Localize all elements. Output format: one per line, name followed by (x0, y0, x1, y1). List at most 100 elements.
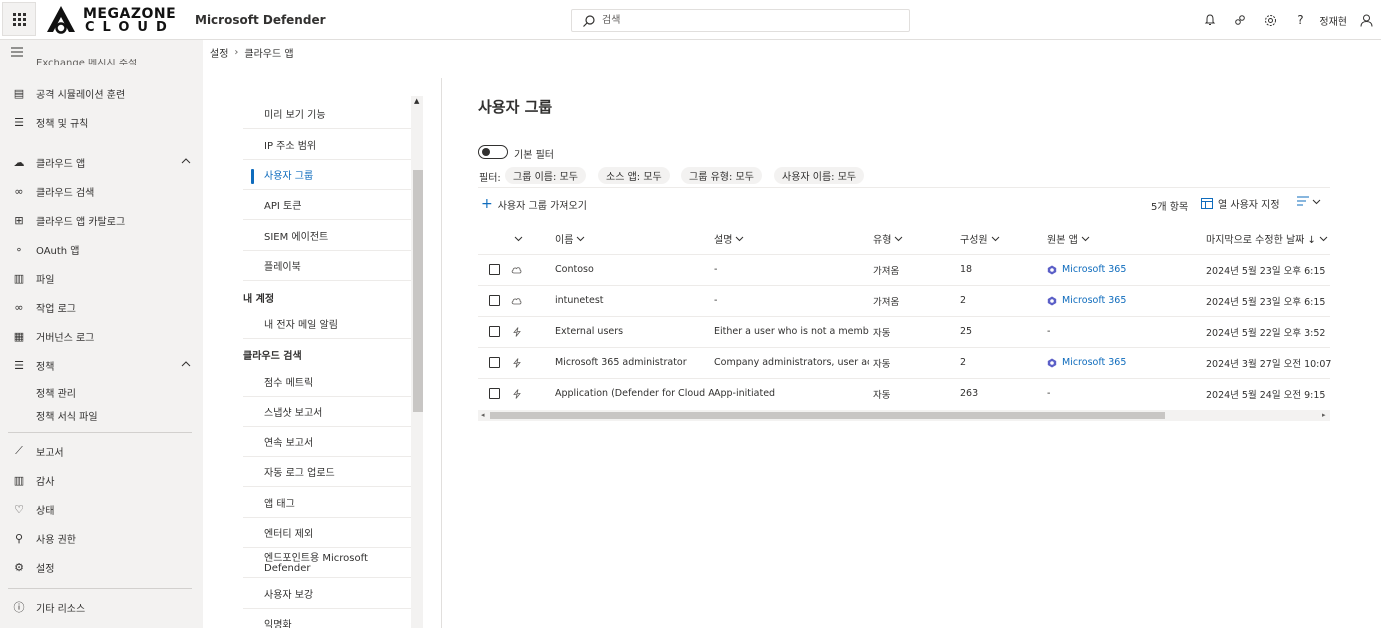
settings-item-email-notifications[interactable]: 내 전자 메일 알림 (243, 309, 413, 339)
nav-item-files[interactable]: ▥ 파일 (0, 265, 203, 291)
notifications-button[interactable] (1195, 5, 1225, 35)
filter-chip-group-type[interactable]: 그룹 유형: 모두 (681, 167, 762, 184)
nav-item-more-resources[interactable]: ⓘ 기타 리소스 (0, 594, 203, 620)
filter-chip-user-name[interactable]: 사용자 이름: 모두 (774, 167, 865, 184)
table-row[interactable]: intunetest - 가져옴 2 Microsoft 365 2024년 5… (478, 285, 1330, 316)
settings-item-playbooks[interactable]: 플레이북 (243, 251, 413, 281)
scroll-up-arrow-icon[interactable]: ▲ (414, 97, 419, 105)
settings-item-continuous-reports[interactable]: 연속 보고서 (243, 427, 413, 457)
profile-button[interactable] (1351, 5, 1381, 35)
import-user-groups-button[interactable]: + 사용자 그룹 가져오기 (481, 196, 587, 212)
settings-item-ip-ranges[interactable]: IP 주소 범위 (243, 130, 413, 160)
hamburger-icon (11, 47, 23, 57)
gear-icon (1264, 14, 1276, 26)
nav-item-activity-log[interactable]: ∞ 작업 로그 (0, 294, 203, 320)
settings-item-app-tags[interactable]: 앱 태그 (243, 488, 413, 518)
settings-section-cloud-discovery: 클라우드 검색 (243, 351, 302, 362)
settings-item-exclude-entities[interactable]: 엔터티 제외 (243, 518, 413, 548)
settings-list: 미리 보기 기능 IP 주소 범위 사용자 그룹 API 토큰 SIEM 에이전… (243, 96, 426, 628)
table-row[interactable]: Application (Defender for Cloud Apps) Ap… (478, 378, 1330, 409)
row-source-app-link[interactable]: Microsoft 365 (1047, 347, 1126, 378)
settings-item-user-groups[interactable]: 사용자 그룹 (243, 160, 413, 190)
nav-item-permissions[interactable]: ⚲ 사용 권한 (0, 525, 203, 551)
nav-item-audit[interactable]: ▥ 감사 (0, 467, 203, 493)
table-row[interactable]: External users Either a user who is not … (478, 316, 1330, 347)
scroll-right-arrow-icon[interactable]: ▸ (1322, 411, 1326, 419)
help-button[interactable]: ? (1285, 5, 1315, 35)
settings-item-defender-for-endpoint[interactable]: 엔드포인트용 Microsoft Defender (243, 548, 413, 578)
settings-list-scroll-thumb[interactable] (413, 170, 423, 412)
row-checkbox[interactable] (489, 264, 500, 275)
search-input[interactable] (602, 11, 902, 30)
cloud-icon (511, 254, 522, 285)
binoculars-icon: ∞ (14, 184, 24, 198)
app-title[interactable]: Microsoft Defender (195, 13, 326, 27)
group-by-button[interactable] (1297, 196, 1321, 206)
community-icon (1235, 15, 1246, 25)
nav-item-cloud-apps[interactable]: ☁ 클라우드 앱 (0, 149, 203, 175)
nav-item-settings[interactable]: ⚙ 설정 (0, 554, 203, 580)
column-header-members[interactable]: 구성원 (960, 223, 1000, 254)
customize-columns-button[interactable]: 열 사용자 지정 (1201, 196, 1280, 211)
policy-icon: ☰ (14, 358, 24, 372)
lightning-icon (513, 316, 521, 347)
column-header-source-app[interactable]: 원본 앱 (1047, 223, 1090, 254)
nav-item-cloud-discovery[interactable]: ∞ 클라우드 검색 (0, 178, 203, 204)
column-header-name[interactable]: 이름 (555, 223, 585, 254)
filter-chip-group-name[interactable]: 그룹 이름: 모두 (505, 167, 586, 184)
row-source-app-link[interactable]: Microsoft 365 (1047, 285, 1126, 316)
breadcrumb-settings[interactable]: 설정 (210, 45, 228, 60)
default-filter-toggle[interactable] (478, 145, 508, 159)
nav-item-cloud-app-catalog[interactable]: ⊞ 클라우드 앱 카탈로그 (0, 207, 203, 233)
collapse-nav-button[interactable] (10, 46, 24, 61)
column-header-type[interactable]: 유형 (873, 223, 903, 254)
nav-divider (8, 432, 192, 433)
column-header-description[interactable]: 설명 (714, 223, 744, 254)
expand-all-button[interactable] (514, 223, 523, 254)
table-scroll-thumb[interactable] (490, 412, 1165, 419)
row-description: - (714, 264, 718, 275)
row-checkbox[interactable] (489, 388, 500, 399)
nav-item-health[interactable]: ♡ 상태 (0, 496, 203, 522)
filter-chip-source-app[interactable]: 소스 앱: 모두 (598, 167, 670, 184)
row-members: 2 (960, 357, 967, 368)
app-launcher-button[interactable] (2, 2, 36, 36)
nav-sub-policy-templates[interactable]: 정책 서식 파일 (36, 408, 98, 423)
nav-sub-policy-management[interactable]: 정책 관리 (36, 385, 76, 400)
chevron-up-icon (181, 361, 191, 367)
community-button[interactable] (1225, 5, 1255, 35)
nav-item-policies-rules[interactable]: ☰ 정책 및 규칙 (0, 109, 203, 135)
page-title: 사용자 그룹 (478, 98, 553, 116)
nav-item-attack-simulation[interactable]: ▤ 공격 시뮬레이션 훈련 (0, 80, 203, 106)
default-filter-label: 기본 필터 (514, 150, 554, 161)
settings-item-anonymization[interactable]: 익명화 (243, 609, 413, 628)
settings-item-api-tokens[interactable]: API 토큰 (243, 190, 413, 220)
nav-item-partial[interactable]: Exchange 메시지 추적 (36, 59, 137, 65)
nav-item-policies[interactable]: ☰ 정책 (0, 352, 203, 378)
audit-icon: ▥ (13, 473, 25, 487)
nav-item-oauth-apps[interactable]: ∘ OAuth 앱 (0, 236, 203, 262)
search-box[interactable] (571, 9, 910, 32)
row-checkbox[interactable] (489, 357, 500, 368)
row-source-app-link[interactable]: Microsoft 365 (1047, 254, 1126, 285)
settings-item-score-metrics[interactable]: 점수 메트릭 (243, 367, 413, 397)
nav-item-reports[interactable]: ⟋ 보고서 (0, 438, 203, 464)
settings-item-siem-agents[interactable]: SIEM 에이전트 (243, 221, 413, 251)
table-row[interactable]: Contoso - 가져옴 18 Microsoft 365 2024년 5월 … (478, 254, 1330, 285)
scroll-left-arrow-icon[interactable]: ◂ (481, 411, 485, 419)
column-header-last-modified[interactable]: 마지막으로 수정한 날짜 ↓ (1206, 223, 1328, 254)
top-bar: MEGAZONE CLOUD Microsoft Defender ? 정재현 (0, 0, 1381, 40)
settings-item-preview-features[interactable]: 미리 보기 기능 (243, 99, 413, 129)
megazone-logo[interactable]: MEGAZONE CLOUD (43, 4, 178, 36)
settings-button[interactable] (1255, 5, 1285, 35)
row-checkbox[interactable] (489, 295, 500, 306)
settings-item-user-enrichment[interactable]: 사용자 보강 (243, 579, 413, 609)
user-name[interactable]: 정재현 (1315, 13, 1351, 28)
table-row[interactable]: Microsoft 365 administrator Company admi… (478, 347, 1331, 378)
nav-item-governance-log[interactable]: ▦ 거버넌스 로그 (0, 323, 203, 349)
row-checkbox[interactable] (489, 326, 500, 337)
settings-item-auto-log-upload[interactable]: 자동 로그 업로드 (243, 457, 413, 487)
settings-item-snapshot-reports[interactable]: 스냅샷 보고서 (243, 397, 413, 427)
chevron-down-icon (1081, 236, 1090, 242)
logo-mark-icon (47, 6, 75, 34)
